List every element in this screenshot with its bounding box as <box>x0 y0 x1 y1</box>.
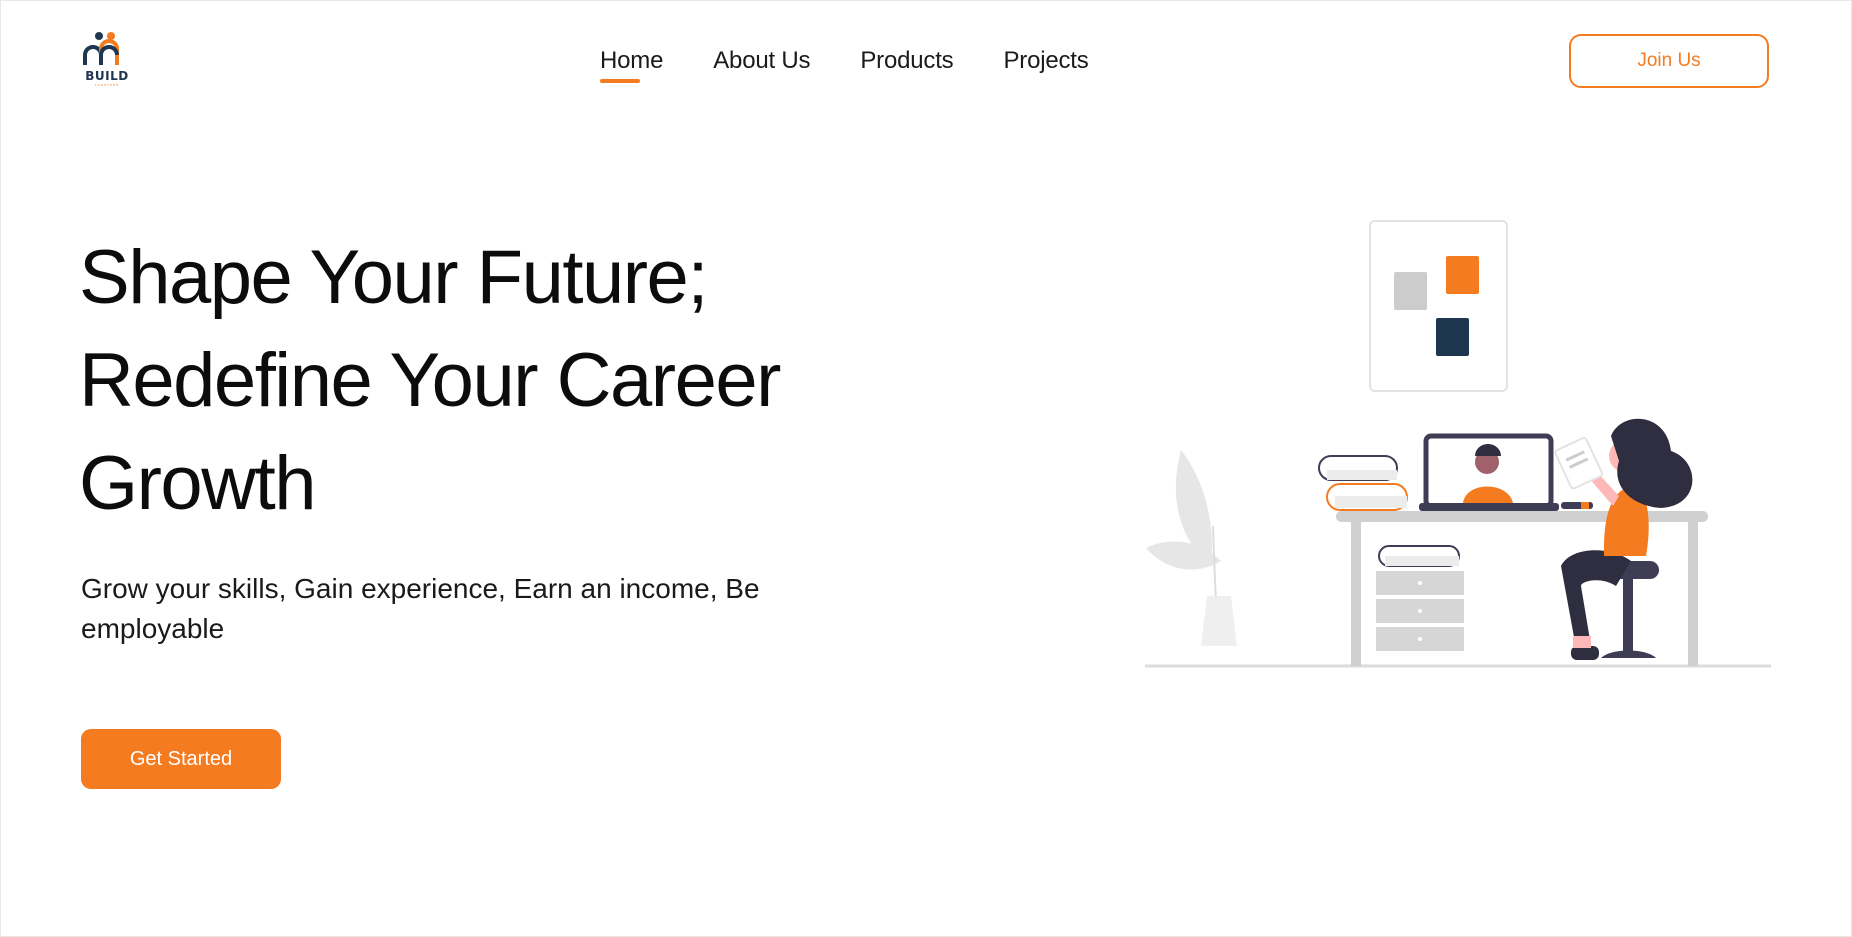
hero-illustration <box>1141 216 1771 676</box>
nav-item-products[interactable]: Products <box>860 45 953 85</box>
logo-figures-icon <box>83 32 119 65</box>
hero-title: Shape Your Future; Redefine Your Career … <box>79 226 839 535</box>
hero-title-line: Shape Your Future; <box>79 235 708 320</box>
join-us-button[interactable]: Join Us <box>1569 34 1769 88</box>
logo-text: BUILD <box>85 69 129 83</box>
hero-title-line: Redefine Your Career <box>79 338 781 423</box>
site-header: BUILD TOGETHER Home About Us Products Pr… <box>1 1 1852 121</box>
brand-logo[interactable]: BUILD TOGETHER <box>79 31 135 91</box>
nav-item-projects[interactable]: Projects <box>1003 45 1088 85</box>
hero-subtitle: Grow your skills, Gain experience, Earn … <box>81 573 760 644</box>
hero-title-line: Growth <box>79 441 316 526</box>
person-working-at-desk-illustration <box>1145 220 1771 668</box>
logo-subtext: TOGETHER <box>94 83 120 87</box>
get-started-button[interactable]: Get Started <box>81 729 281 789</box>
main-nav: Home About Us Products Projects <box>600 45 1089 85</box>
nav-item-home[interactable]: Home <box>600 45 663 85</box>
nav-item-about-us[interactable]: About Us <box>713 45 810 85</box>
